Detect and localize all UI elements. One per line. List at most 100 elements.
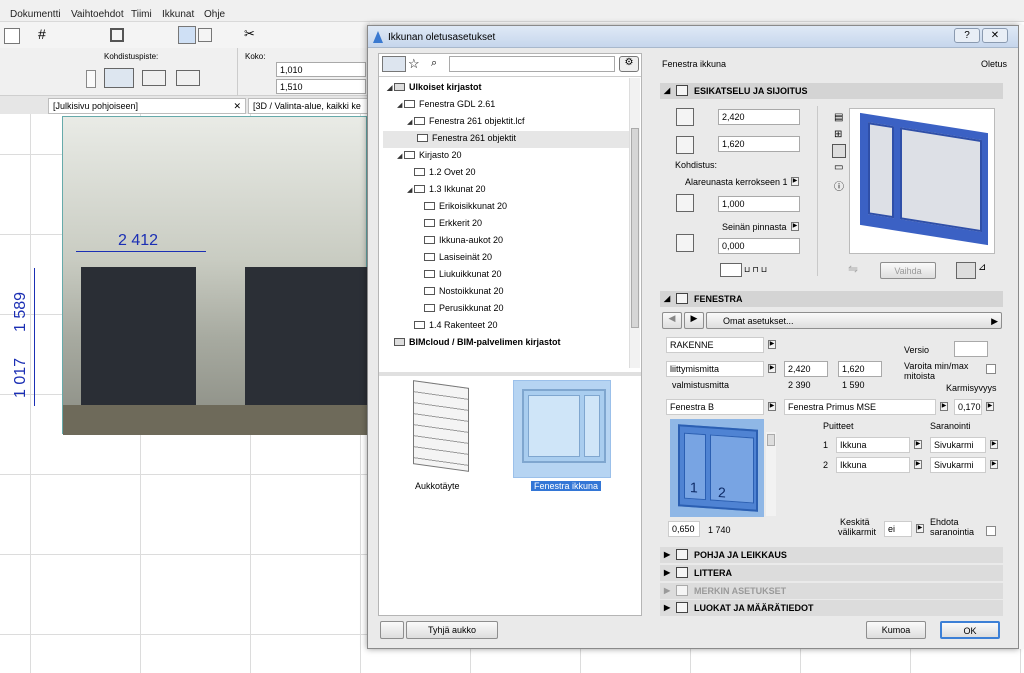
liittymis-height-input[interactable]: 1,620 [838, 361, 882, 377]
orientation-icons[interactable]: ⊔ ⊓ ⊔ [744, 265, 784, 277]
wall-offset-input[interactable]: 0,000 [718, 238, 800, 254]
height-field[interactable]: 1,510 [276, 79, 366, 94]
empty-opening-button[interactable]: Tyhjä aukko [406, 621, 498, 639]
menu-vaihtoehdot[interactable]: Vaihtoehdot [71, 9, 124, 20]
anchor-center-icon[interactable] [142, 70, 166, 86]
3d-view-icon[interactable] [832, 144, 846, 158]
section-plan-section[interactable]: ▶ POHJA JA LEIKKAUS [660, 547, 1003, 563]
dropdown-arrow-icon[interactable]: ▶ [986, 402, 994, 411]
tree-item-basic-windows[interactable]: Perusikkunat 20 [417, 303, 504, 313]
expand-arrow-icon[interactable] [86, 70, 96, 88]
width-field[interactable]: 1,010 [276, 62, 366, 77]
rakenne-field[interactable]: RAKENNE [666, 337, 764, 353]
close-icon[interactable]: ✕ [233, 101, 241, 112]
anchor-right-icon[interactable] [176, 70, 200, 86]
scissors-icon[interactable]: ✂ [244, 27, 258, 42]
tree-item-window-openings[interactable]: Ikkuna-aukot 20 [417, 235, 503, 245]
tree-item-structures[interactable]: 1.4 Rakenteet 20 [407, 320, 498, 330]
menu-ikkunat[interactable]: Ikkunat [162, 9, 194, 20]
type-a-field[interactable]: Fenestra B [666, 399, 764, 415]
warn-checkbox[interactable] [986, 364, 996, 374]
dropdown-arrow-icon[interactable]: ▶ [940, 402, 948, 411]
liittymis-width-input[interactable]: 2,420 [784, 361, 828, 377]
library-view-icon[interactable] [382, 56, 406, 72]
tree-item-fenestra-objects[interactable]: Fenestra 261 objektit [383, 131, 629, 148]
info-icon[interactable]: ⓘ [834, 178, 844, 193]
tree-item-kirjasto-20[interactable]: ◢ Kirjasto 20 [397, 150, 462, 160]
menu-ohje[interactable]: Ohje [204, 9, 225, 20]
tree-item-sliding-windows[interactable]: Liukuikkunat 20 [417, 269, 502, 279]
dropdown-arrow-icon[interactable]: ▶ [914, 440, 922, 449]
width-input[interactable]: 2,420 [718, 109, 800, 125]
tree-item-windows[interactable]: ◢ 1.3 Ikkunat 20 [407, 184, 486, 194]
tree-item-external-libraries[interactable]: ◢ Ulkoiset kirjastot [387, 82, 482, 92]
tree-item-fenestra-gdl[interactable]: ◢ Fenestra GDL 2.61 [397, 99, 495, 109]
dropdown-arrow-icon[interactable]: ▶ [914, 460, 922, 469]
empty-opening-icon[interactable] [380, 621, 404, 639]
search-icon[interactable]: ⌕ [431, 57, 437, 70]
ok-button[interactable]: OK [940, 621, 1000, 639]
section-fenestra[interactable]: ◢ FENESTRA [660, 291, 1003, 307]
dropdown-arrow-icon[interactable]: ▶ [768, 340, 776, 349]
opening-side-icon[interactable] [720, 263, 742, 277]
dropdown-arrow-icon[interactable]: ▶ [768, 402, 776, 411]
help-button[interactable]: ? [954, 28, 980, 43]
tree-item-lift-windows[interactable]: Nostoikkunat 20 [417, 286, 504, 296]
dropdown-arrow-icon[interactable]: ▶ [768, 364, 776, 373]
search-input[interactable] [449, 56, 615, 72]
tab-elevation-north[interactable]: [Julkisivu pohjoiseen] ✕ [48, 98, 246, 114]
settings-gear-icon[interactable]: ⚙ [619, 56, 639, 72]
selection-tool-icon[interactable] [4, 28, 20, 44]
karmisyvyys-input[interactable]: 0,170 [954, 399, 982, 415]
saranointi-2-field[interactable]: Sivukarmi [930, 457, 986, 473]
tree-item-glass-walls[interactable]: Lasiseinät 20 [417, 252, 492, 262]
pane-splitter[interactable] [379, 372, 641, 376]
section-littera[interactable]: ▶ LITTERA [660, 565, 1003, 581]
height-input[interactable]: 1,620 [718, 136, 800, 152]
tree-item-bimcloud[interactable]: BIMcloud / BIM-palvelimen kirjastot [387, 337, 561, 347]
anchor-left-icon[interactable] [104, 68, 134, 88]
menu-dokumentti[interactable]: Dokumentti [10, 9, 61, 20]
cancel-button[interactable]: Kumoa [866, 621, 926, 639]
snap-icon[interactable] [178, 26, 196, 44]
section-preview-positioning[interactable]: ◢ ESIKATSELU JA SIJOITUS [660, 83, 1003, 99]
close-button[interactable]: ✕ [982, 28, 1008, 43]
liittymismitta-field[interactable]: liittymismitta [666, 361, 764, 377]
tree-item-doors[interactable]: 1.2 Ovet 20 [407, 167, 476, 177]
hinge-left-icon[interactable] [956, 262, 976, 279]
object-fenestra-ikkuna[interactable] [513, 380, 611, 478]
preset-next-button[interactable]: ▶ [684, 312, 704, 329]
dropdown-arrow-icon[interactable]: ▶ [791, 177, 799, 186]
puite-2-field[interactable]: Ikkuna [836, 457, 910, 473]
ehdota-checkbox[interactable] [986, 526, 996, 536]
type-b-field[interactable]: Fenestra Primus MSE [784, 399, 936, 415]
saranointi-1-field[interactable]: Sivukarmi [930, 437, 986, 453]
preview-scrollbar[interactable] [766, 432, 776, 516]
tree-item-bay-windows[interactable]: Erkkerit 20 [417, 218, 482, 228]
plan-view-icon[interactable]: ▤ [834, 112, 843, 123]
anchor-value[interactable]: Alareunasta kerrokseen 1 [685, 177, 788, 187]
anchor-offset-input[interactable]: 1,000 [718, 196, 800, 212]
bottom-left-input[interactable]: 0,650 [668, 521, 700, 537]
section-view-icon[interactable]: ⊞ [834, 129, 842, 140]
object-aukkotayte[interactable] [407, 380, 477, 476]
versio-input[interactable] [954, 341, 988, 357]
hinge-right-icon[interactable]: ⊿ [978, 262, 994, 279]
tree-item-fenestra-lcf[interactable]: ◢ Fenestra 261 objektit.lcf [407, 116, 525, 126]
scrollbar-thumb[interactable] [631, 128, 639, 328]
dropdown-arrow-icon[interactable]: ▶ [791, 222, 799, 231]
grid-icon[interactable]: # [38, 27, 52, 42]
menu-tiimi[interactable]: Tiimi [131, 9, 152, 20]
dropdown-arrow-icon[interactable]: ▶ [990, 440, 998, 449]
ruler-icon[interactable] [198, 28, 212, 42]
section-classification[interactable]: ▶ LUOKAT JA MÄÄRÄTIEDOT [660, 600, 1003, 616]
section-marker-settings[interactable]: ▶ MERKIN ASETUKSET [660, 583, 1003, 599]
puite-1-field[interactable]: Ikkuna [836, 437, 910, 453]
tree-item-special-windows[interactable]: Erikoisikkunat 20 [417, 201, 507, 211]
dropdown-arrow-icon[interactable]: ▶ [916, 524, 924, 533]
elevation-view-icon[interactable]: ▭ [834, 162, 843, 173]
tree-scrollbar[interactable] [629, 78, 640, 368]
preset-dropdown[interactable]: Omat asetukset... ▶ [706, 312, 1002, 329]
swap-button[interactable]: Vaihda [880, 262, 936, 279]
dropdown-arrow-icon[interactable]: ▶ [990, 460, 998, 469]
